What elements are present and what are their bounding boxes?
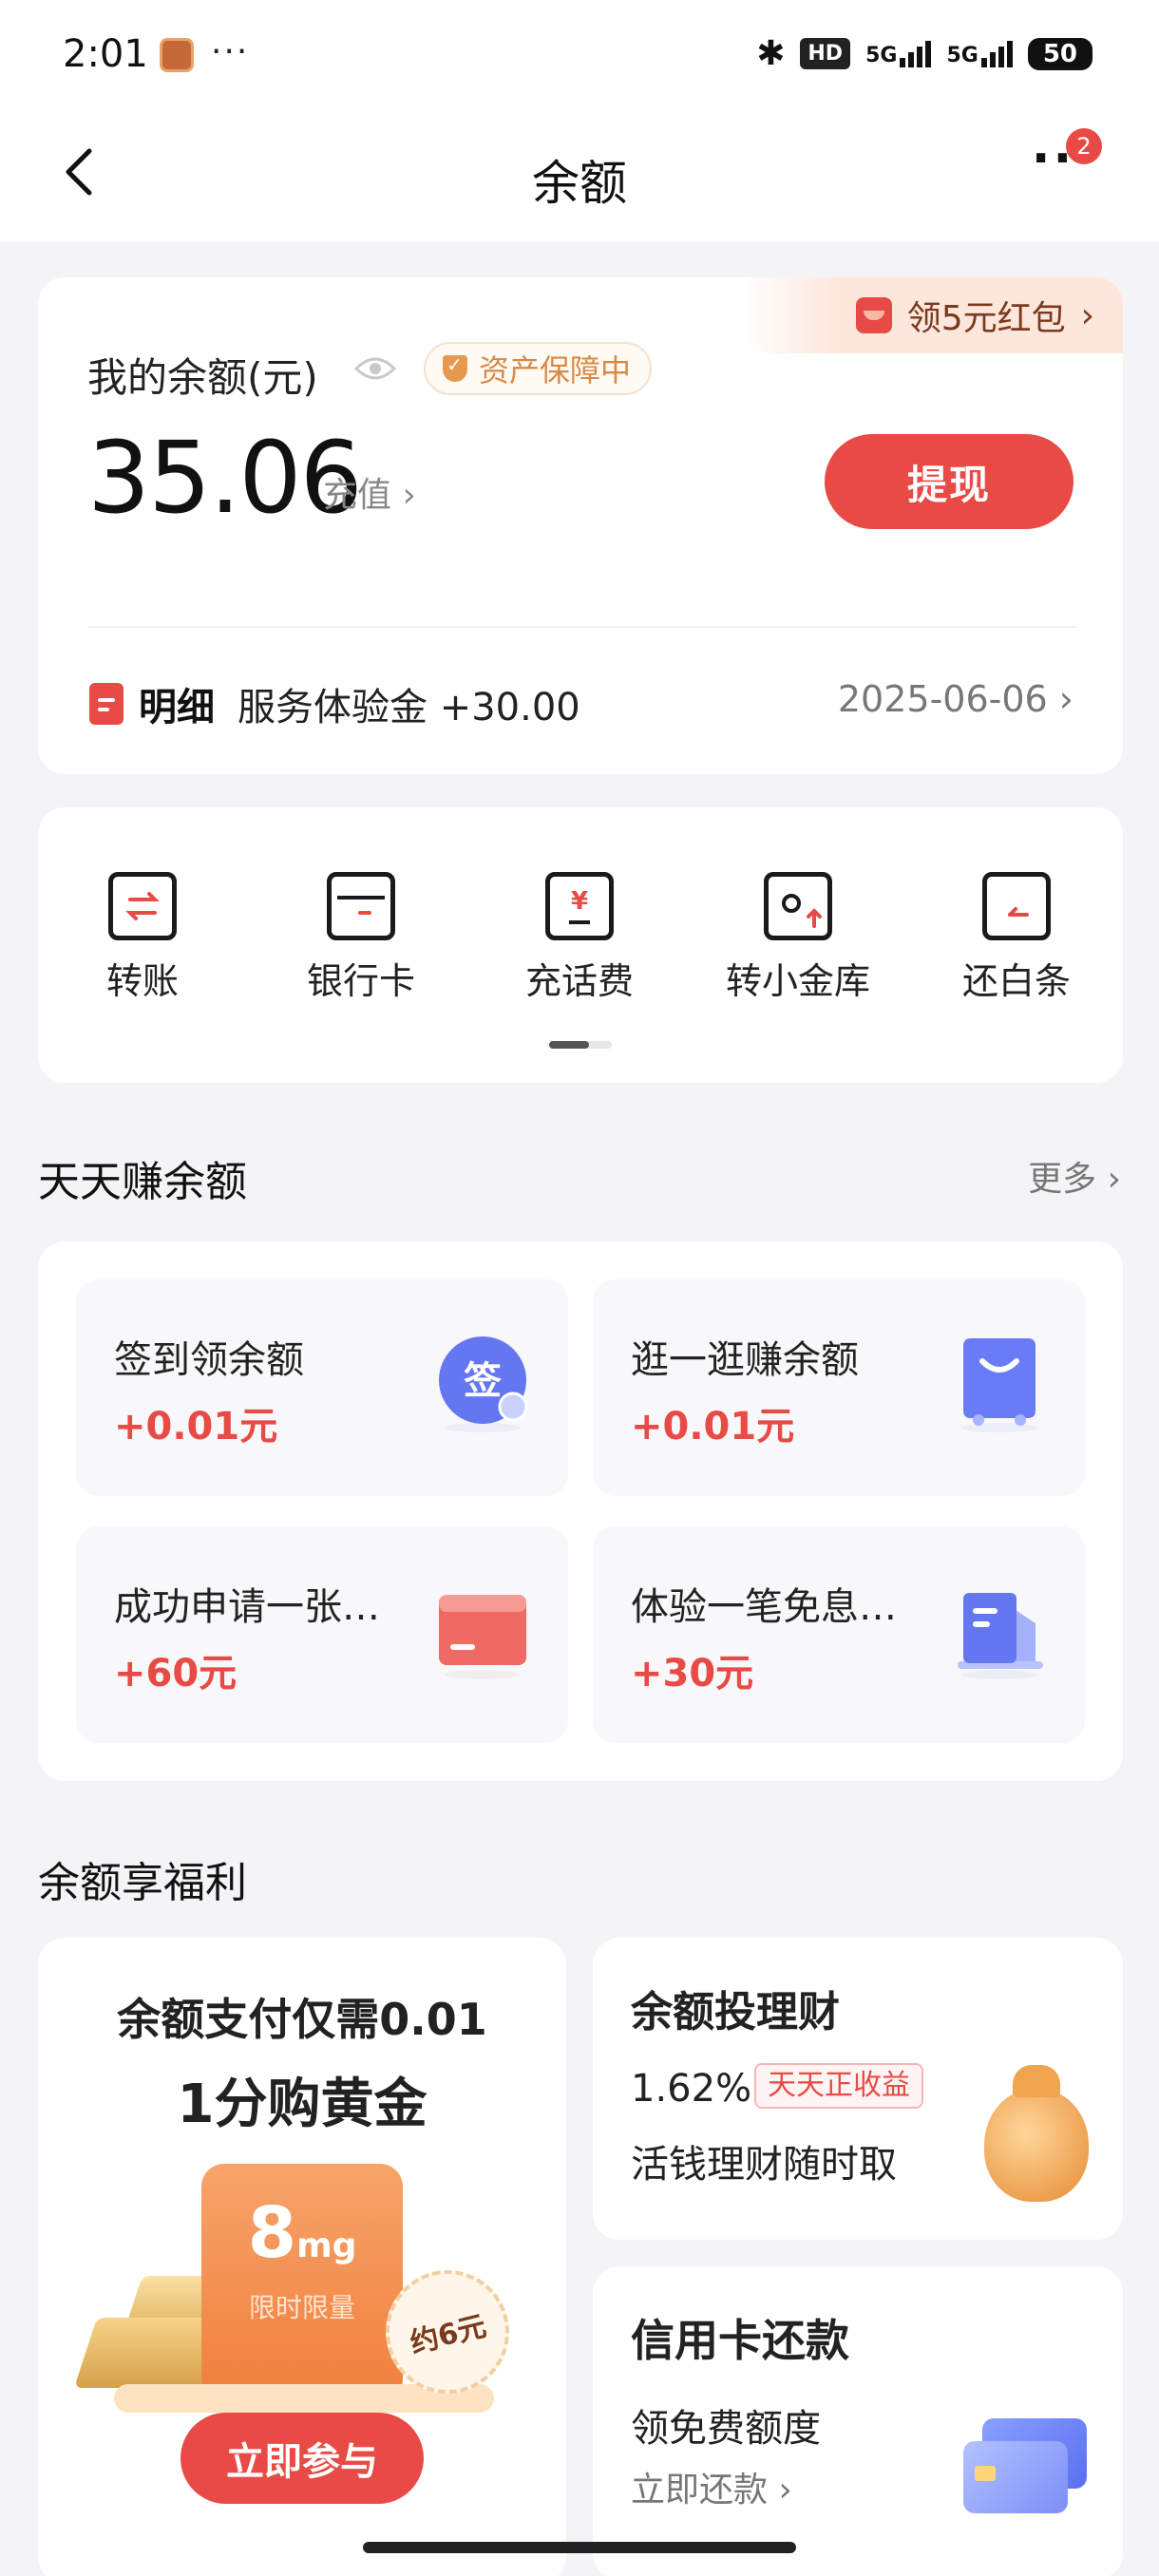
earn-item-browse[interactable]: 逛一逛赚余额 +0.01元 (593, 1279, 1085, 1496)
quick-action-label: 充话费 (524, 960, 634, 1002)
red-packet-icon (855, 297, 892, 333)
money-bag-icon (984, 2065, 1089, 2202)
promo-label: 领5元红包 (906, 299, 1066, 338)
notification-more-icon: ··· (211, 32, 250, 71)
chevron-right-icon: › (1080, 295, 1094, 335)
bluetooth-icon: ✱ (756, 34, 786, 73)
earn-item-title: 成功申请一张… (114, 1585, 380, 1629)
quick-action-label: 转账 (105, 960, 179, 1002)
quick-action-label: 转小金库 (725, 960, 870, 1002)
gold-limit-label: 限时限量 (248, 2292, 355, 2323)
quick-action-phone-recharge[interactable]: ¥ 充话费 (484, 872, 674, 1004)
bank-card-icon (327, 872, 395, 940)
invest-rate: 1.62% (631, 2067, 752, 2111)
signal-icon-1: 5G (865, 40, 932, 67)
welfare-section-title: 余额享福利 (38, 1859, 247, 1907)
eye-icon[interactable] (353, 350, 397, 388)
join-now-button[interactable]: 立即参与 (180, 2413, 424, 2504)
red-packet-promo[interactable]: 领5元红包 › (743, 277, 1123, 353)
shield-icon (443, 353, 467, 382)
detail-icon (89, 683, 124, 725)
signal-icon-2: 5G (946, 40, 1013, 67)
status-bar: 2:01 ··· ✱ HD 5G 5G 50 (0, 0, 1159, 109)
status-indicators: ✱ HD 5G 5G 50 (756, 34, 1092, 73)
home-indicator[interactable] (363, 2542, 796, 2553)
app-notification-icon (160, 38, 194, 72)
chevron-right-icon: › (402, 476, 416, 515)
earn-item-title: 逛一逛赚余额 (631, 1338, 859, 1382)
sign-in-icon: 签 (435, 1333, 530, 1441)
repay-now-link[interactable]: 立即还款 › (631, 2462, 792, 2511)
quick-action-transfer[interactable]: 转账 (48, 872, 238, 1004)
nav-bar: 余额 ··· 2 (0, 109, 1159, 242)
chevron-right-icon: › (1058, 678, 1074, 720)
withdraw-button[interactable]: 提现 (825, 434, 1074, 529)
card-icon (435, 1580, 530, 1688)
chevron-right-icon: › (1107, 1160, 1121, 1199)
quick-action-bank-card[interactable]: 银行卡 (266, 872, 456, 1004)
shopping-bag-icon (952, 1333, 1047, 1441)
balance-amount: 35.06 (87, 420, 363, 536)
divider (87, 626, 1075, 628)
message-badge: 2 (1066, 128, 1102, 164)
credit-repay-card[interactable]: 信用卡还款 领免费额度 立即还款 › (593, 2266, 1123, 2576)
quick-action-vault-transfer[interactable]: 转小金库 (703, 872, 893, 1004)
earn-item-value: +0.01元 (631, 1405, 795, 1449)
page-title: 余额 (532, 156, 627, 211)
credit-subtitle: 领免费额度 (631, 2407, 821, 2451)
transfer-icon (108, 872, 177, 940)
earn-item-value: +30元 (631, 1652, 754, 1695)
gold-promo-card[interactable]: 余额支付仅需0.01 1分购黄金 8mg 限时限量 约6元 立即参与 (38, 1938, 566, 2576)
gold-promo-title: 1分购黄金 (177, 2074, 428, 2135)
balance-card: 领5元红包 › 我的余额(元) 资产保障中 35.06 充值 › 提现 明细 服… (38, 277, 1123, 774)
earn-item-title: 签到领余额 (114, 1338, 304, 1382)
earn-item-title: 体验一笔免息… (631, 1585, 897, 1629)
card-chip-icon (975, 2466, 996, 2481)
detail-date[interactable]: 2025-06-06 › (838, 678, 1074, 720)
gold-amount: 8mg (247, 2192, 357, 2274)
quick-action-label: 银行卡 (306, 960, 415, 1002)
repay-icon (982, 872, 1051, 940)
invest-card[interactable]: 余额投理财 1.62% 天天正收益 活钱理财随时取 (593, 1938, 1123, 2240)
protection-label: 资产保障中 (479, 352, 632, 388)
quick-action-repay[interactable]: 还白条 (922, 872, 1112, 1004)
credit-title: 信用卡还款 (631, 2315, 849, 2366)
earn-section-title: 天天赚余额 (38, 1158, 247, 1206)
earn-more-link[interactable]: 更多 › (1028, 1151, 1121, 1201)
hd-icon: HD (800, 38, 851, 69)
gold-promo-headline: 余额支付仅需0.01 (117, 1994, 487, 2045)
battery-icon: 50 (1027, 37, 1092, 70)
earn-card: 签到领余额 +0.01元 签 逛一逛赚余额 +0.01元 成功申请一张… +60… (38, 1241, 1123, 1781)
recharge-link[interactable]: 充值 › (323, 467, 416, 517)
asset-protection-badge[interactable]: 资产保障中 (424, 342, 653, 395)
phone-recharge-icon: ¥ (545, 872, 614, 940)
detail-latest-record[interactable]: 服务体验金 +30.00 (238, 676, 580, 731)
earn-item-sign-in[interactable]: 签到领余额 +0.01元 签 (76, 1279, 568, 1496)
earn-item-value: +60元 (114, 1652, 238, 1695)
daily-return-tag: 天天正收益 (754, 2063, 923, 2109)
balance-label: 我的余额(元) (87, 354, 318, 401)
document-icon (952, 1580, 1047, 1688)
svg-text:签: 签 (464, 1359, 502, 1403)
invest-subtitle: 活钱理财随时取 (631, 2143, 897, 2187)
quick-actions: 转账 银行卡 ¥ 充话费 转小金库 还白条 (38, 807, 1123, 1083)
page-indicator (549, 1041, 612, 1049)
invest-title: 余额投理财 (631, 1988, 840, 2036)
vault-transfer-icon (764, 872, 832, 940)
quick-action-label: 还白条 (961, 960, 1071, 1002)
earn-item-apply-card[interactable]: 成功申请一张… +60元 (76, 1526, 568, 1743)
svg-text:¥: ¥ (571, 887, 588, 916)
detail-label[interactable]: 明细 (139, 676, 215, 731)
status-time: 2:01 (63, 32, 148, 76)
chevron-right-icon: › (778, 2471, 792, 2510)
earn-item-interest-free[interactable]: 体验一笔免息… +30元 (593, 1526, 1085, 1743)
earn-item-value: +0.01元 (114, 1405, 278, 1449)
